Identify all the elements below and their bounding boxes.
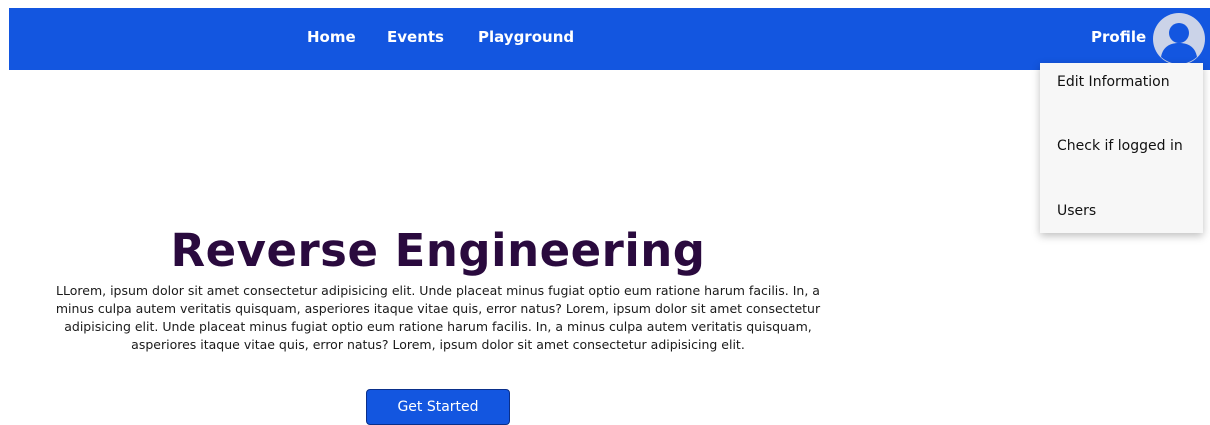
menu-item-check-logged-in[interactable]: Check if logged in — [1057, 137, 1193, 155]
menu-item-edit-information[interactable]: Edit Information — [1057, 73, 1193, 91]
profile-dropdown-menu: Edit Information Check if logged in User… — [1040, 63, 1203, 233]
nav-link-events[interactable]: Events — [387, 28, 444, 46]
nav-link-playground[interactable]: Playground — [478, 28, 574, 46]
menu-item-users[interactable]: Users — [1057, 202, 1193, 220]
page: Home Events Playground Profile Edit Info… — [0, 0, 1210, 425]
nav-link-profile[interactable]: Profile — [1091, 28, 1146, 46]
nav-link-home[interactable]: Home — [307, 28, 356, 46]
navbar: Home Events Playground Profile — [9, 8, 1210, 70]
get-started-button[interactable]: Get Started — [366, 389, 510, 425]
hero-title: Reverse Engineering — [170, 224, 706, 277]
hero-description: LLorem, ipsum dolor sit amet consectetur… — [55, 283, 821, 352]
user-icon[interactable] — [1153, 13, 1205, 65]
